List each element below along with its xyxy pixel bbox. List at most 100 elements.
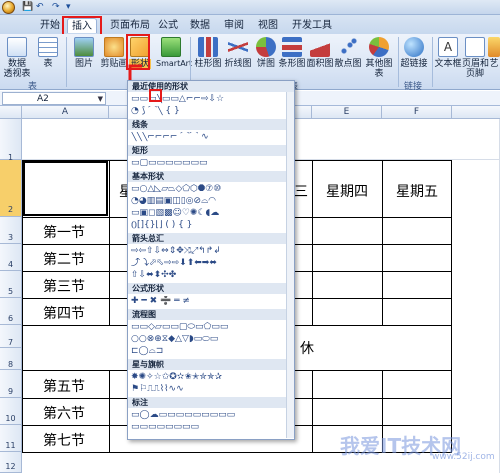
arrows-row-3[interactable]: ⇧⇩⬌⬍✣✤ bbox=[131, 270, 293, 281]
row-header-5[interactable]: 5 bbox=[0, 271, 22, 298]
column-chart-button[interactable]: 柱形图 bbox=[194, 37, 222, 69]
cell-f2[interactable]: 星期五 bbox=[396, 181, 438, 201]
cell-a6[interactable]: 第四节 bbox=[43, 303, 85, 323]
recent-shapes-row-2[interactable]: ◔ ⟆ ⌒╲ { } bbox=[131, 106, 293, 117]
gallery-scrollbar[interactable] bbox=[286, 92, 294, 438]
basic-shapes-row-3[interactable]: ▭▣◻▧▩☺♡✺☾◖☁ bbox=[131, 208, 293, 219]
bar-chart-button[interactable]: 条形图 bbox=[278, 37, 306, 69]
cell-rest[interactable]: 休 bbox=[300, 338, 314, 358]
header-footer-button[interactable]: 页眉和 页脚 bbox=[462, 37, 489, 79]
column-header-e[interactable]: E bbox=[312, 106, 382, 119]
tab-page-layout[interactable]: 页面布局 bbox=[110, 18, 150, 33]
textbox-icon: A bbox=[438, 37, 458, 57]
picture-icon bbox=[74, 37, 94, 57]
textbox-button[interactable]: A 文本框 bbox=[434, 37, 462, 69]
name-box[interactable]: A2 ▼ bbox=[2, 92, 106, 105]
highlight-selected-line-shape bbox=[149, 89, 162, 102]
line-chart-icon bbox=[228, 37, 248, 57]
row-header-10[interactable]: 10 bbox=[0, 398, 22, 425]
section-flowchart: 流程图 bbox=[128, 309, 294, 320]
row-header-11[interactable]: 11 bbox=[0, 425, 22, 452]
equation-row[interactable]: ✚ ━ ✖ ➗ ═ ≠ bbox=[131, 296, 293, 307]
section-lines: 线条 bbox=[128, 119, 294, 130]
shapes-gallery: 最近使用的形状 ▭▭▭╲▭▭△⌐⌐⇨⇩☆ ◔ ⟆ ⌒╲ { } 线条 ╲╲╲⌐⌐… bbox=[127, 80, 295, 440]
pie-chart-icon bbox=[256, 37, 276, 57]
watermark-url: www.52ij.com bbox=[432, 452, 495, 462]
section-equation-shapes: 公式形状 bbox=[128, 283, 294, 294]
tab-view[interactable]: 视图 bbox=[258, 18, 278, 33]
other-charts-button[interactable]: 其他图表 bbox=[362, 37, 396, 79]
row-header-8[interactable]: 8 bbox=[0, 348, 22, 370]
flowchart-row-1[interactable]: ▭▭◇▱▭▭▢⬭▭⬠▭▭ bbox=[131, 322, 293, 333]
scatter-chart-icon bbox=[338, 37, 358, 57]
cell-a10[interactable]: 第六节 bbox=[43, 403, 85, 423]
column-header-g[interactable] bbox=[452, 106, 500, 119]
arrows-row-2[interactable]: ⤴⤵⬀⬁⇨⇨⬇⬆⬅➡⬌ bbox=[131, 258, 293, 269]
row-header-1[interactable]: 1 bbox=[0, 119, 22, 162]
globe-icon bbox=[404, 37, 424, 57]
tab-formulas[interactable]: 公式 bbox=[158, 18, 178, 33]
office-button[interactable] bbox=[2, 1, 15, 14]
cell-e2[interactable]: 星期四 bbox=[326, 181, 368, 201]
header-footer-icon bbox=[465, 37, 485, 57]
wordart-icon bbox=[488, 37, 500, 57]
cell-a9[interactable]: 第五节 bbox=[43, 376, 85, 396]
scatter-chart-button[interactable]: 散点图 bbox=[334, 37, 362, 69]
select-all[interactable] bbox=[0, 106, 22, 119]
wordart-button[interactable]: 艺 bbox=[488, 37, 500, 69]
cell-d2[interactable]: 三 bbox=[294, 181, 308, 201]
tab-data[interactable]: 数据 bbox=[190, 18, 210, 33]
rectangles-row[interactable]: ▭▢▭▭▭▭▭▭▭ bbox=[131, 158, 293, 169]
row-header-9[interactable]: 9 bbox=[0, 370, 22, 398]
section-stars-banners: 星与旗帜 bbox=[128, 359, 294, 370]
section-callouts: 标注 bbox=[128, 397, 294, 408]
tab-developer[interactable]: 开发工具 bbox=[292, 18, 332, 33]
stars-row-1[interactable]: ✸✺✧☆✩✪✫✬✭✮✯✰ bbox=[131, 372, 293, 383]
save-icon[interactable]: 💾 bbox=[22, 2, 33, 12]
qat-dropdown-icon[interactable]: ▾ bbox=[66, 2, 71, 12]
line-chart-button[interactable]: 折线图 bbox=[224, 37, 252, 69]
flowchart-row-2[interactable]: ○○⊗⊕⧖◆△▽◗▭⬭▭ bbox=[131, 334, 293, 345]
row-header-4[interactable]: 4 bbox=[0, 244, 22, 271]
cell-a3[interactable]: 第一节 bbox=[43, 222, 85, 242]
arrows-row-1[interactable]: ⇨⇦⇧⇩⇔⇕✥⤨⤢↰↱↲ bbox=[131, 246, 293, 257]
selected-cell-a2[interactable] bbox=[23, 161, 108, 216]
row-header-3[interactable]: 3 bbox=[0, 217, 22, 244]
section-basic-shapes: 基本形状 bbox=[128, 171, 294, 182]
section-block-arrows: 箭头总汇 bbox=[128, 233, 294, 244]
hyperlink-button[interactable]: 超链接 bbox=[400, 37, 428, 69]
namebox-dropdown-icon[interactable]: ▼ bbox=[98, 93, 103, 105]
basic-shapes-row-2[interactable]: ◔◕▥▤▣◫▯◎⊘⌓◠ bbox=[131, 196, 293, 207]
area-chart-button[interactable]: 面积图 bbox=[306, 37, 334, 69]
redo-icon[interactable]: ↷ bbox=[52, 2, 60, 12]
tab-review[interactable]: 审阅 bbox=[224, 18, 244, 33]
lines-row[interactable]: ╲╲╲⌐⌐⌐⌐ ⌒⌒ ∿ bbox=[131, 132, 293, 143]
table-icon bbox=[38, 37, 58, 57]
callouts-row-2[interactable]: ▭▭▭▭▭▭▭▭ bbox=[131, 422, 293, 433]
flowchart-row-3[interactable]: ⊏◯⌓⊐ bbox=[131, 346, 293, 357]
picture-button[interactable]: 图片 bbox=[70, 37, 98, 69]
undo-icon[interactable]: ↶ bbox=[36, 2, 44, 12]
column-header-f[interactable]: F bbox=[382, 106, 452, 119]
row-header-7[interactable]: 7 bbox=[0, 325, 22, 348]
table-button[interactable]: 表 bbox=[36, 37, 60, 69]
basic-shapes-row-4[interactable]: ⦅⦆[]{}⌊⌋ ( ) { } bbox=[131, 220, 293, 231]
pie-chart-button[interactable]: 饼图 bbox=[254, 37, 278, 69]
row-header-12[interactable]: 12 bbox=[0, 452, 22, 473]
column-g-cells[interactable] bbox=[452, 160, 500, 473]
area-chart-icon bbox=[310, 37, 330, 57]
pivot-table-button[interactable]: 数据 透视表 bbox=[2, 37, 32, 79]
tab-home[interactable]: 开始 bbox=[40, 18, 60, 33]
column-chart-icon bbox=[198, 37, 218, 57]
cell-a4[interactable]: 第二节 bbox=[43, 249, 85, 269]
column-header-a[interactable]: A bbox=[22, 106, 109, 119]
row-header-2[interactable]: 2 bbox=[0, 160, 22, 217]
stars-row-2[interactable]: ⚑⚐⎍⎍⌇⌇∿∿ bbox=[131, 384, 293, 395]
cell-a5[interactable]: 第三节 bbox=[43, 276, 85, 296]
cell-a11[interactable]: 第七节 bbox=[43, 430, 85, 450]
callouts-row-1[interactable]: ▭◯☁▭▭▭▭▭▭▭▭▭ bbox=[131, 410, 293, 421]
section-rectangles: 矩形 bbox=[128, 145, 294, 156]
basic-shapes-row-1[interactable]: ▭○△◺▱⏢◇⬠⬡⯃⑦⑩ bbox=[131, 184, 293, 195]
other-charts-icon bbox=[369, 37, 389, 57]
row-header-6[interactable]: 6 bbox=[0, 298, 22, 325]
